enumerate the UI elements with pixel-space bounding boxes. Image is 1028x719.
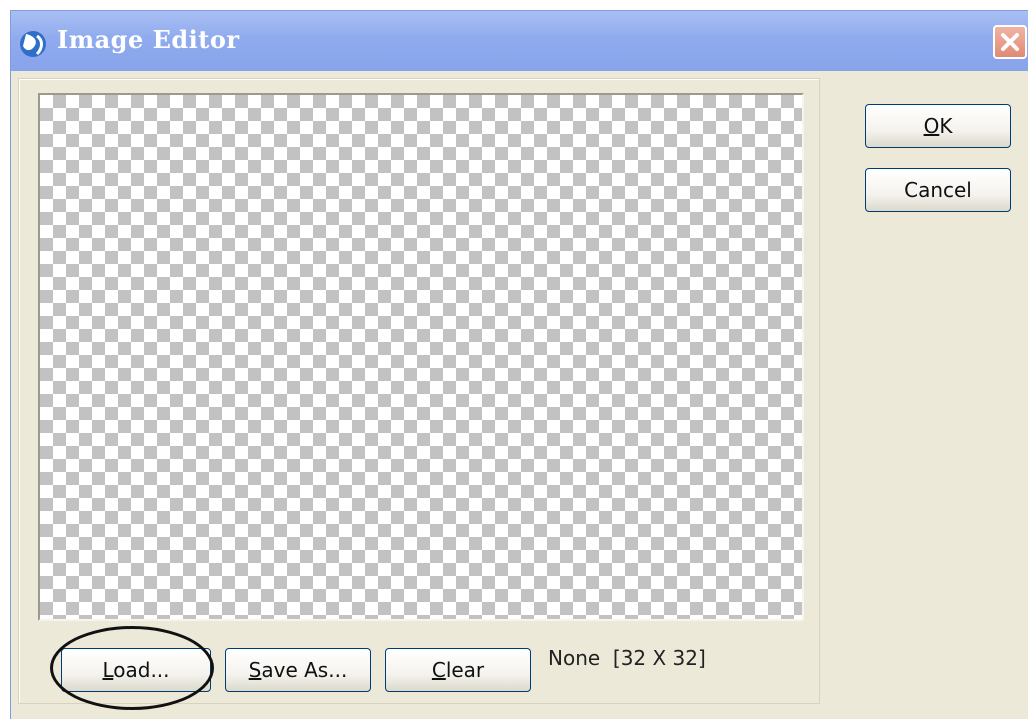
window-title: Image Editor <box>57 25 240 54</box>
save-as-mnemonic: S <box>248 658 262 682</box>
load-label: oad... <box>113 658 170 682</box>
load-mnemonic: L <box>102 658 114 682</box>
image-info-label: None [32 X 32] <box>548 646 706 670</box>
close-icon <box>1001 33 1019 51</box>
cancel-label: Cancel <box>904 178 972 202</box>
save-as-label: ave As... <box>261 658 348 682</box>
ok-button[interactable]: OK <box>865 104 1011 148</box>
cancel-button[interactable]: Cancel <box>865 168 1011 212</box>
ok-label: K <box>939 114 953 138</box>
image-canvas[interactable] <box>38 93 804 621</box>
title-bar[interactable]: Image Editor <box>11 11 1028 71</box>
ok-mnemonic: O <box>923 114 940 138</box>
load-button[interactable]: Load... <box>61 648 211 692</box>
app-globe-icon <box>20 31 46 57</box>
clear-button[interactable]: Clear <box>385 648 531 692</box>
clear-label: lear <box>445 658 485 682</box>
clear-mnemonic: C <box>431 658 446 682</box>
save-as-button[interactable]: Save As... <box>225 648 371 692</box>
close-button[interactable] <box>993 25 1027 59</box>
